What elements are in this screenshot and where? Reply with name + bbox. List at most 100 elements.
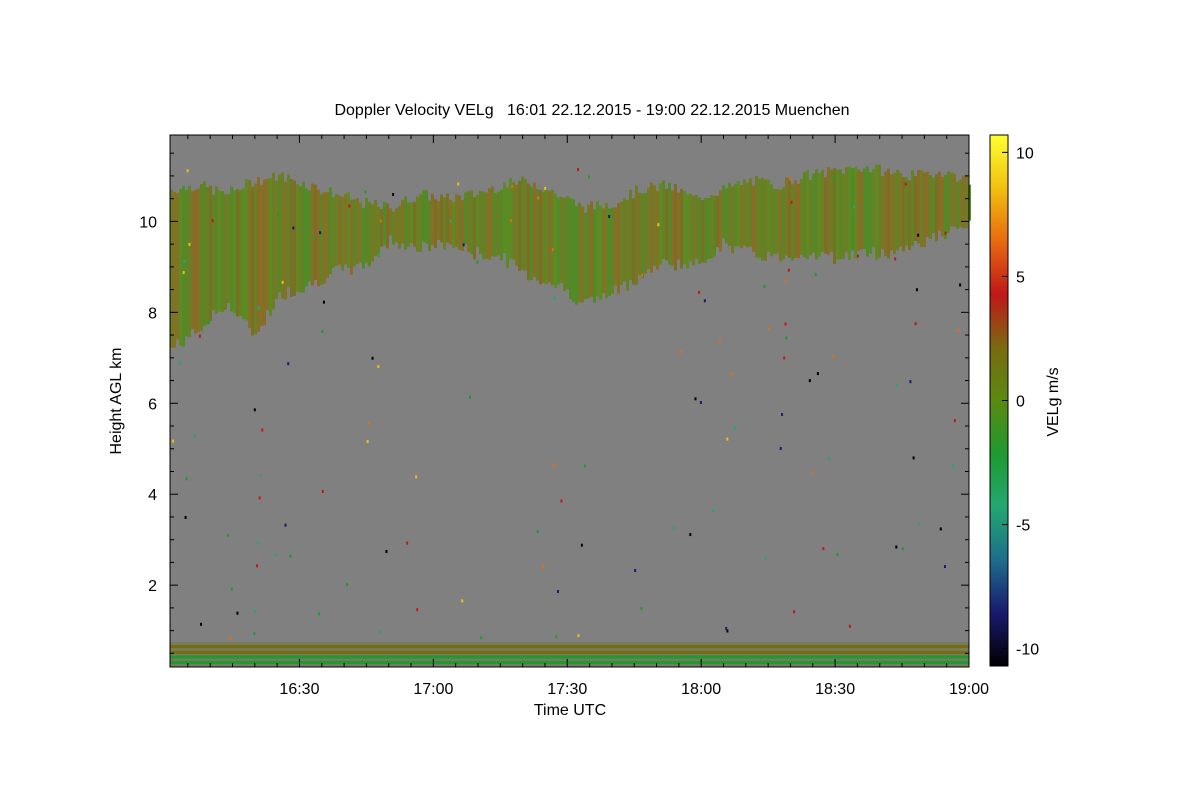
cloud-column [626,199,629,291]
cloud-column [620,201,623,286]
cloud-column [185,190,188,337]
cloud-column [344,193,347,265]
noise-speckle [556,590,559,594]
cloud-column [653,185,656,266]
cloud-column [713,195,716,257]
cloud-column [908,180,911,250]
surface-band [170,650,969,654]
cloud-column [656,190,659,270]
cloud-column [209,185,212,322]
noise-speckle [284,523,287,527]
cloud-column [173,191,176,348]
cloud-column [851,168,854,251]
cloud-column [524,179,527,271]
noise-speckle [318,612,321,616]
noise-speckle [784,322,787,326]
cloud-column [722,185,725,239]
cloud-column [719,190,722,252]
cloud-column [371,204,374,262]
cloud-column [836,169,839,260]
cloud-column [608,208,611,296]
cloud-column [266,178,269,311]
cloud-column [233,190,236,314]
cloud-column [869,172,872,254]
cloud-column [470,190,473,255]
noise-speckle [211,219,214,223]
noise-speckle [553,463,556,467]
noise-speckle [289,554,292,558]
cloud-column [803,171,806,258]
cloud-column [224,194,227,310]
noise-speckle [789,177,792,181]
cloud-column [842,173,845,259]
cloud-column [704,198,707,263]
noise-speckle [901,547,904,551]
noise-speckle [725,626,728,630]
cloud-column [743,179,746,246]
cloud-column [389,208,392,236]
cloud-column [440,194,443,243]
noise-speckle [377,365,380,369]
cloud-column [764,179,767,261]
noise-speckle [275,553,278,557]
cloud-column [341,196,344,271]
chart-title: Doppler Velocity VELg 16:01 22.12.2015 -… [334,102,849,119]
cloud-column [206,187,209,325]
cloud-column [476,194,479,248]
cloud-column [779,189,782,262]
noise-speckle [287,362,290,366]
surface-band [170,660,969,664]
noise-speckle [959,283,962,287]
cloud-column [683,191,686,265]
cloud-column [665,188,668,261]
cloud-column [569,198,572,300]
noise-speckle [914,322,917,326]
cloud-column [302,181,305,293]
cloud-column [263,179,266,326]
noise-speckle [551,248,554,252]
noise-speckle [257,306,260,310]
cloud-column [296,184,299,292]
cloud-column [650,182,653,273]
noise-speckle [832,177,835,181]
surface-band [170,655,969,659]
cloud-column [245,178,248,321]
noise-speckle [783,356,786,360]
cloud-column [287,174,290,288]
cloud-column [497,191,500,256]
noise-speckle [680,350,683,354]
cloud-column [623,198,626,282]
noise-speckle [276,213,279,217]
cloud-column [422,190,425,242]
noise-speckle [734,425,737,429]
cloud-column [638,192,641,276]
noise-speckle [912,456,915,460]
cloud-column [950,172,953,227]
noise-speckle [793,610,796,614]
noise-speckle [171,439,174,443]
plot-area [169,134,971,668]
cloud-column [407,202,410,247]
noise-speckle [236,611,239,615]
cloud-column [758,178,761,258]
cloud-column [845,166,848,252]
cloud-column [671,190,674,266]
cloud-column [182,185,185,347]
colorbar-tick-label: 0 [1016,394,1025,411]
cloud-column [584,213,587,300]
noise-speckle [226,533,229,537]
cloud-column [359,202,362,263]
noise-speckle [917,233,920,237]
noise-speckle [577,634,580,638]
noise-speckle [253,632,256,636]
cloud-column [932,177,935,234]
noise-speckle [730,372,733,376]
cloud-column [212,194,215,311]
cloud-column [485,192,488,259]
cloud-column [938,171,941,231]
cloud-column [230,186,233,312]
cloud-column [461,200,464,251]
cloud-column [455,194,458,247]
colorbar-tick-label: -5 [1016,518,1030,535]
noise-speckle [281,280,284,284]
